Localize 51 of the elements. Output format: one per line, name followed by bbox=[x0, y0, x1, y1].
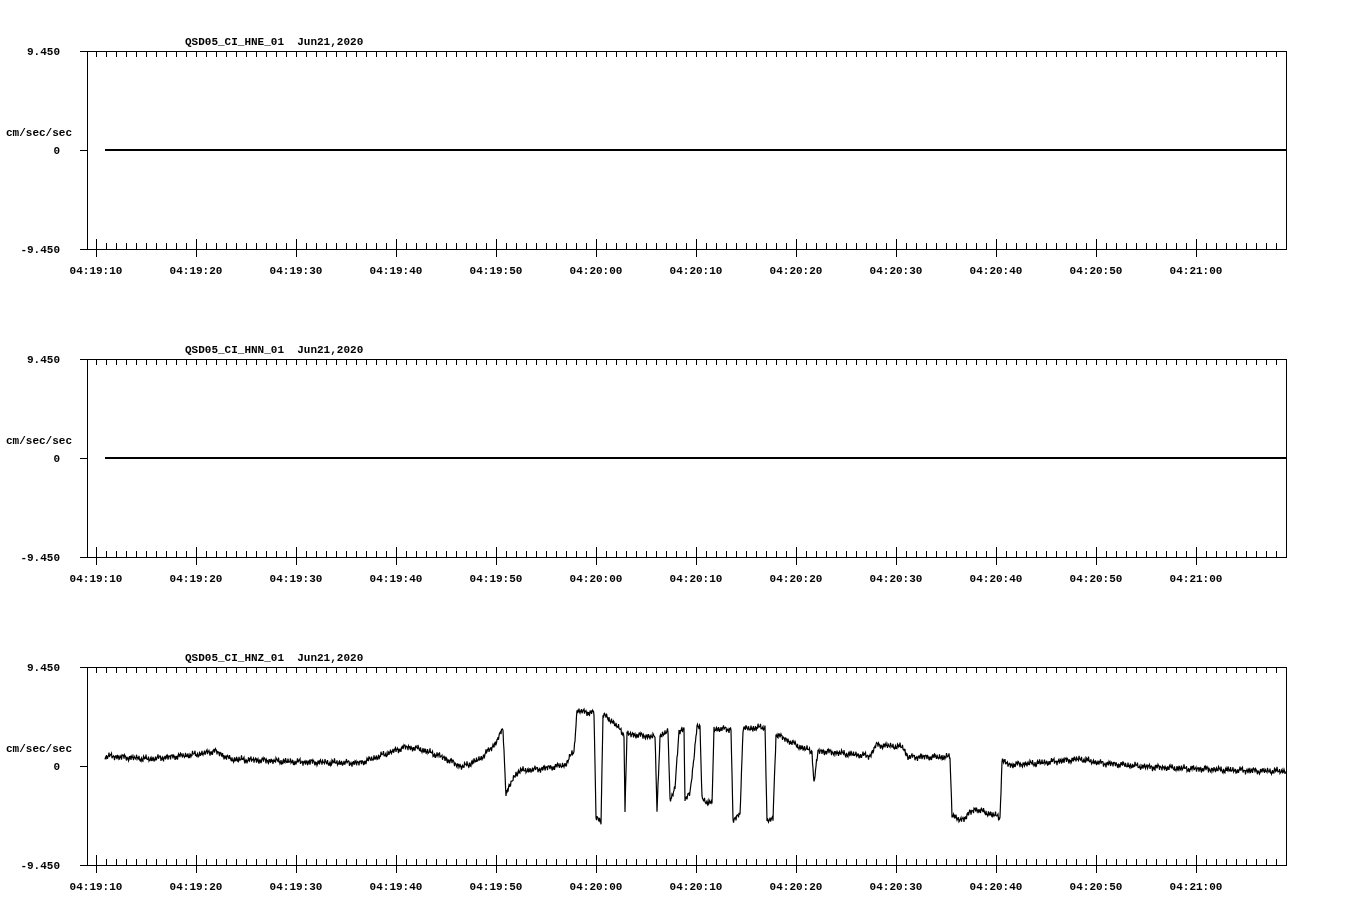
tick-label: 04:21:00 bbox=[1169, 573, 1223, 585]
tick-label: 04:20:50 bbox=[1069, 265, 1123, 277]
tick-label: 04:19:10 bbox=[69, 573, 123, 585]
tick-label: 04:19:20 bbox=[169, 881, 223, 893]
tick-label: 04:19:50 bbox=[469, 881, 523, 893]
tick-label: 0 bbox=[53, 761, 60, 773]
tick-label: 9.450 bbox=[27, 662, 60, 674]
tick-label: 04:20:10 bbox=[669, 265, 723, 277]
y-axis-label: cm/sec/sec bbox=[6, 743, 72, 755]
tick-label: -9.450 bbox=[20, 244, 60, 256]
tick-label: 04:20:40 bbox=[969, 573, 1023, 585]
tick-label: -9.450 bbox=[20, 860, 60, 872]
tick-label: 04:19:40 bbox=[369, 881, 423, 893]
tick-label: 04:19:50 bbox=[469, 573, 523, 585]
y-axis-label: cm/sec/sec bbox=[6, 127, 72, 139]
tick-label: 04:20:00 bbox=[569, 573, 623, 585]
tick-label: 04:20:20 bbox=[769, 265, 823, 277]
tick-label: 04:20:30 bbox=[869, 573, 923, 585]
tick-label: 04:20:50 bbox=[1069, 573, 1123, 585]
tick-label: 04:19:10 bbox=[69, 881, 123, 893]
tick-label: 04:21:00 bbox=[1169, 881, 1223, 893]
tick-label: 9.450 bbox=[27, 354, 60, 366]
tick-label: 04:19:30 bbox=[269, 881, 323, 893]
tick-label: 04:19:20 bbox=[169, 265, 223, 277]
tick-label: 04:19:10 bbox=[69, 265, 123, 277]
tick-label: 0 bbox=[53, 145, 60, 157]
tick-label: 04:19:40 bbox=[369, 265, 423, 277]
tick-label: 04:19:50 bbox=[469, 265, 523, 277]
tick-label: -9.450 bbox=[20, 552, 60, 564]
tick-label: 04:20:30 bbox=[869, 881, 923, 893]
tick-label: 9.450 bbox=[27, 46, 60, 58]
tick-label: 04:20:20 bbox=[769, 573, 823, 585]
tick-label: 04:19:30 bbox=[269, 573, 323, 585]
tick-label: 04:20:50 bbox=[1069, 881, 1123, 893]
tick-label: 04:20:20 bbox=[769, 881, 823, 893]
tick-label: 04:20:10 bbox=[669, 573, 723, 585]
chart-title: QSD05_CI_HNZ_01 Jun21,2020 bbox=[185, 652, 364, 664]
tick-label: 04:20:40 bbox=[969, 881, 1023, 893]
tick-label: 04:20:00 bbox=[569, 881, 623, 893]
tick-label: 04:19:40 bbox=[369, 573, 423, 585]
tick-label: 04:19:30 bbox=[269, 265, 323, 277]
chart-title: QSD05_CI_HNE_01 Jun21,2020 bbox=[185, 36, 364, 48]
tick-label: 04:20:00 bbox=[569, 265, 623, 277]
tick-label: 04:19:20 bbox=[169, 573, 223, 585]
tick-label: 04:20:30 bbox=[869, 265, 923, 277]
tick-label: 04:20:40 bbox=[969, 265, 1023, 277]
tick-label: 04:20:10 bbox=[669, 881, 723, 893]
tick-label: 04:21:00 bbox=[1169, 265, 1223, 277]
tick-label: 0 bbox=[53, 453, 60, 465]
chart-title: QSD05_CI_HNN_01 Jun21,2020 bbox=[185, 344, 364, 356]
y-axis-label: cm/sec/sec bbox=[6, 435, 72, 447]
